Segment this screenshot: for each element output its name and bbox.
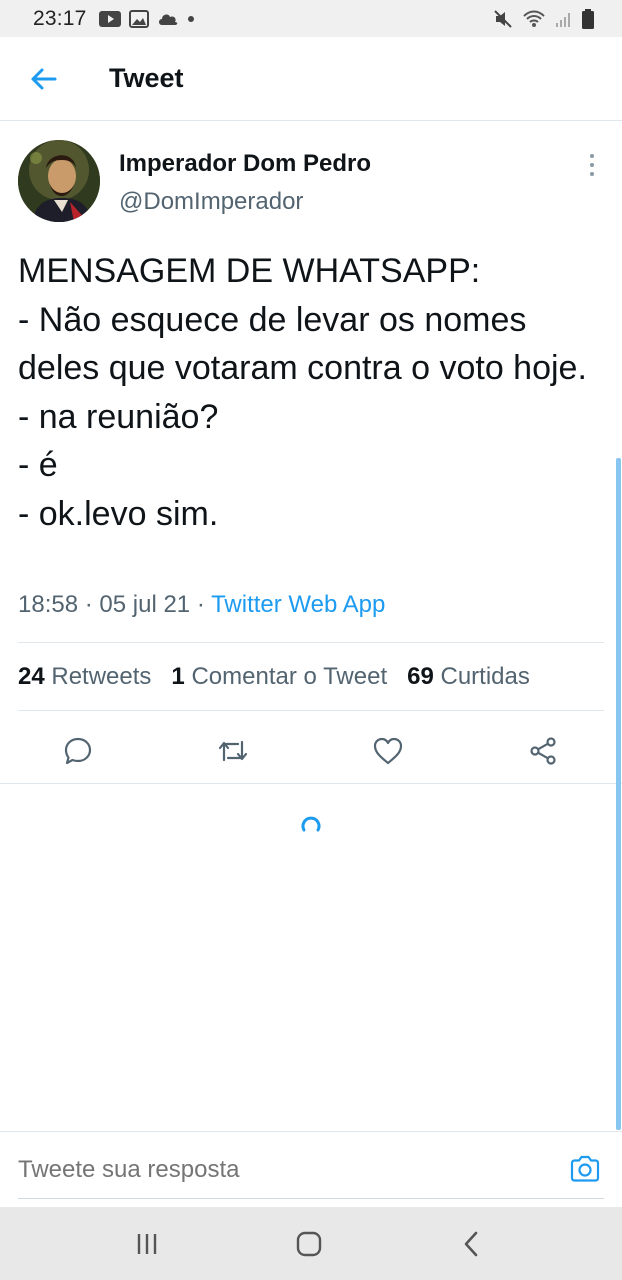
author-name[interactable]: Imperador Dom Pedro	[119, 150, 371, 178]
tweet-time: 18:58	[18, 591, 79, 618]
likes-count: 69	[407, 663, 434, 690]
tweet-date: 05 jul 21	[99, 591, 191, 618]
comments-count: 1	[171, 663, 185, 690]
meta-separator: ·	[84, 591, 93, 618]
signal-icon	[555, 10, 573, 28]
meta-separator: ·	[196, 591, 205, 618]
more-options-button[interactable]	[582, 154, 602, 176]
reply-button[interactable]	[56, 729, 100, 773]
gallery-icon	[128, 9, 149, 28]
share-icon	[530, 737, 556, 765]
reply-underline	[18, 1198, 604, 1199]
comments-stat[interactable]: 1 Comentar o Tweet	[171, 663, 387, 691]
retweet-button[interactable]	[211, 729, 255, 773]
tweet-text: MENSAGEM DE WHATSAPP: - Não esquece de l…	[18, 252, 587, 533]
tweet-source-link[interactable]: Twitter Web App	[211, 591, 385, 618]
reply-icon	[64, 737, 92, 765]
reply-input[interactable]	[18, 1156, 538, 1184]
retweets-count: 24	[18, 663, 45, 690]
recent-apps-button[interactable]	[130, 1227, 164, 1261]
retweets-label: Retweets	[51, 663, 152, 690]
home-icon	[296, 1231, 322, 1257]
avatar[interactable]	[18, 140, 100, 222]
section-divider	[0, 783, 622, 784]
status-bar: 23:17	[0, 0, 622, 37]
tweet-header: Imperador Dom Pedro @DomImperador	[0, 121, 622, 229]
likes-label: Curtidas	[440, 663, 530, 690]
like-button[interactable]	[366, 729, 410, 773]
tweet-meta: 18:58 · 05 jul 21 · Twitter Web App	[18, 591, 385, 619]
back-icon	[464, 1231, 478, 1257]
camera-icon	[570, 1155, 600, 1182]
cloud-icon	[157, 12, 179, 26]
system-nav-bar	[0, 1207, 622, 1280]
more-dot	[590, 163, 594, 167]
system-back-button[interactable]	[454, 1227, 488, 1261]
scrollbar[interactable]	[616, 458, 621, 1130]
like-icon	[373, 737, 403, 765]
more-dot	[590, 154, 594, 158]
recent-apps-icon	[137, 1234, 157, 1254]
youtube-icon	[98, 10, 121, 27]
author-handle[interactable]: @DomImperador	[119, 188, 303, 216]
divider	[18, 642, 604, 643]
status-time: 23:17	[33, 6, 87, 30]
dot-icon	[187, 15, 195, 23]
wifi-icon	[522, 9, 546, 29]
retweets-stat[interactable]: 24 Retweets	[18, 663, 151, 691]
mute-icon	[493, 9, 513, 29]
tweet-stats: 24 Retweets 1 Comentar o Tweet 69 Curtid…	[18, 663, 530, 691]
arrow-left-icon	[31, 68, 57, 89]
loading-spinner	[300, 814, 322, 836]
home-button[interactable]	[292, 1227, 326, 1261]
divider	[18, 710, 604, 711]
comments-label: Comentar o Tweet	[191, 663, 388, 690]
more-dot	[590, 172, 594, 176]
page-title: Tweet	[109, 63, 184, 93]
camera-button[interactable]	[568, 1152, 602, 1186]
retweet-icon	[218, 740, 248, 762]
back-button[interactable]	[23, 59, 63, 99]
battery-icon	[582, 8, 594, 29]
tweet: Imperador Dom Pedro @DomImperador MENSAG…	[0, 121, 622, 765]
spinner-icon	[301, 816, 321, 832]
reply-bar	[0, 1131, 622, 1207]
share-button[interactable]	[521, 729, 565, 773]
likes-stat[interactable]: 69 Curtidas	[407, 663, 530, 691]
app-bar: Tweet	[0, 37, 622, 121]
tweet-actions	[0, 719, 622, 783]
